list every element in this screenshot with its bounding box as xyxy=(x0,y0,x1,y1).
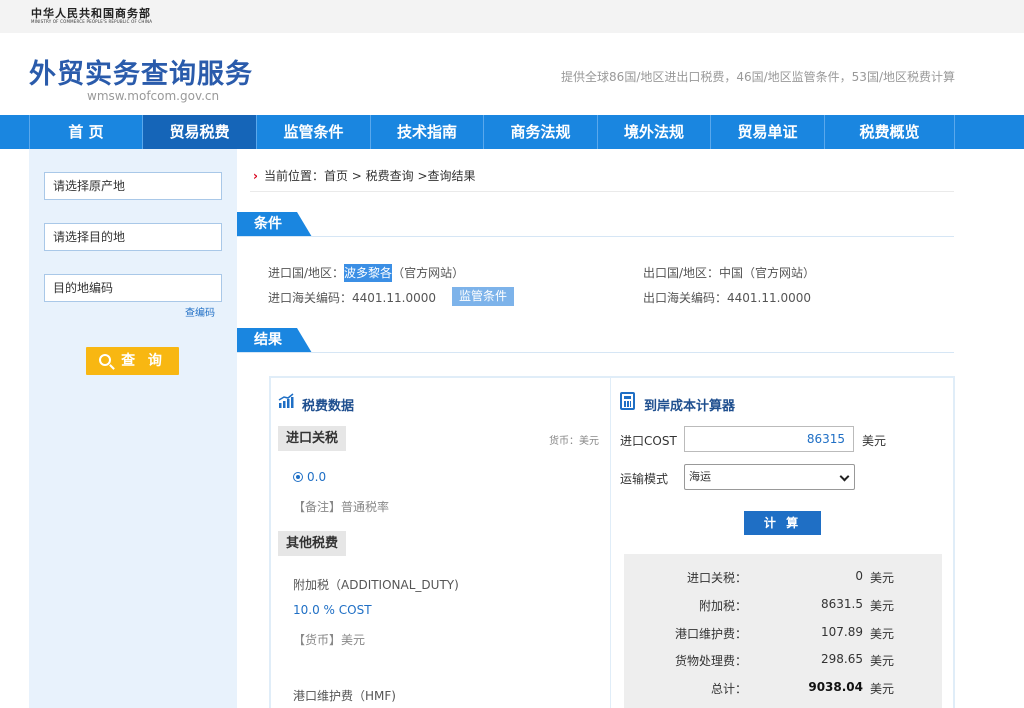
transport-selected: 海运 xyxy=(689,470,711,483)
currency-note: 货币：美元 xyxy=(549,436,599,447)
search-sidebar: 请选择原产地 请选择目的地 目的地编码 查编码 查 询 xyxy=(29,149,237,708)
result-row-unit: 美元 xyxy=(870,654,895,668)
nav-commerce-law[interactable]: 商务法规 xyxy=(484,115,598,149)
result-row-label: 港口维护费： xyxy=(674,627,747,641)
panel-divider xyxy=(610,378,611,708)
result-row-value: 8631.5 xyxy=(821,597,863,611)
import-country-label: 进口国/地区： xyxy=(268,266,345,280)
import-country-row: 进口国/地区：波多黎各（官方网站） xyxy=(268,264,464,282)
breadcrumb: › 当前位置：首页 > 税费查询 >查询结果 xyxy=(253,167,476,184)
nav-foreign-law[interactable]: 境外法规 xyxy=(598,115,711,149)
breadcrumb-text: 当前位置：首页 > 税费查询 >查询结果 xyxy=(263,169,476,183)
divider xyxy=(237,352,954,353)
site-title[interactable]: 外贸实务查询服务 xyxy=(29,52,253,91)
additional-duty-rate: 10.0 % COST xyxy=(293,603,372,617)
cost-unit: 美元 xyxy=(862,434,887,448)
chevron-down-icon xyxy=(839,471,850,482)
import-country-value[interactable]: 波多黎各 xyxy=(344,264,393,282)
import-official-site-link[interactable]: （官方网站） xyxy=(392,266,464,280)
divider xyxy=(250,191,954,192)
destination-select[interactable]: 请选择目的地 xyxy=(44,223,222,251)
export-code: 出口海关编码：4401.11.0000 xyxy=(643,291,811,305)
other-taxes-label: 其他税费 xyxy=(278,531,347,556)
result-row-unit: 美元 xyxy=(870,571,895,585)
site-slogan: 提供全球86国/地区进出口税费，46国/地区监管条件，53国/地区税费计算 xyxy=(561,70,955,84)
nav-trade-docs[interactable]: 贸易单证 xyxy=(711,115,825,149)
query-button[interactable]: 查 询 xyxy=(86,347,179,375)
nav-supervision[interactable]: 监管条件 xyxy=(257,115,371,149)
result-row-value: 298.65 xyxy=(821,652,863,666)
import-code: 进口海关编码：4401.11.0000 xyxy=(268,291,436,305)
duty-rate-option[interactable]: 0.0 xyxy=(293,470,326,484)
import-duty-label: 进口关税 xyxy=(278,426,347,451)
result-row-value: 107.89 xyxy=(821,625,863,639)
calculator-icon xyxy=(620,392,635,410)
divider xyxy=(237,236,954,237)
site-url: wmsw.mofcom.gov.cn xyxy=(87,89,220,103)
conditions-tab: 条件 xyxy=(237,212,312,237)
chevron-right-icon: › xyxy=(253,169,258,183)
export-country-label: 出口国/地区：中国 xyxy=(643,266,744,280)
result-row-unit: 美元 xyxy=(870,599,895,613)
additional-duty-currency: 【货币】美元 xyxy=(293,633,366,647)
nav-home[interactable]: 首 页 xyxy=(29,115,143,149)
nav-tech-guide[interactable]: 技术指南 xyxy=(371,115,484,149)
search-icon xyxy=(99,354,112,366)
dest-code-input[interactable]: 目的地编码 xyxy=(44,274,222,302)
supervision-button[interactable]: 监管条件 xyxy=(452,287,514,306)
tax-data-title: 税费数据 xyxy=(302,399,355,414)
top-bar: 中华人民共和国商务部 MINISTRY OF COMMERCE PEOPLE'S… xyxy=(0,0,1024,33)
calculator-title: 到岸成本计算器 xyxy=(644,399,736,414)
calculate-button[interactable]: 计 算 xyxy=(744,511,821,535)
chart-icon xyxy=(278,393,294,408)
duty-remark: 【备注】普通税率 xyxy=(293,500,390,514)
origin-select[interactable]: 请选择原产地 xyxy=(44,172,222,200)
total-label: 总计： xyxy=(710,682,747,696)
results-tab: 结果 xyxy=(237,328,312,353)
nav-tax-overview[interactable]: 税费概览 xyxy=(825,115,955,149)
main-nav: 首 页 贸易税费 监管条件 技术指南 商务法规 境外法规 贸易单证 税费概览 xyxy=(0,115,1024,149)
transport-label: 运输模式 xyxy=(620,472,669,486)
nav-trade-tax[interactable]: 贸易税费 xyxy=(143,115,257,149)
export-official-site-link[interactable]: （官方网站） xyxy=(743,266,815,280)
additional-duty-name: 附加税（ADDITIONAL_DUTY) xyxy=(293,578,459,592)
total-unit: 美元 xyxy=(870,682,895,696)
export-country-row: 出口国/地区：中国（官方网站） xyxy=(643,264,815,281)
result-row-label: 附加税： xyxy=(698,599,747,613)
duty-rate-value: 0.0 xyxy=(307,470,327,484)
ministry-name-en: MINISTRY OF COMMERCE PEOPLE'S REPUBLIC O… xyxy=(31,19,153,24)
lookup-code-link[interactable]: 查编码 xyxy=(185,304,215,319)
hmf-name: 港口维护费（HMF) xyxy=(293,689,396,703)
result-row-label: 进口关税： xyxy=(686,571,747,585)
radio-selected-icon xyxy=(293,472,303,482)
cost-label: 进口COST xyxy=(620,434,677,448)
result-row-unit: 美元 xyxy=(870,627,895,641)
result-row-value: 0 xyxy=(855,569,863,583)
total-value: 9038.04 xyxy=(808,680,863,694)
query-button-label: 查 询 xyxy=(121,353,166,369)
transport-select[interactable]: 海运 xyxy=(684,464,855,490)
cost-input[interactable]: 86315 xyxy=(684,426,854,452)
result-row-label: 货物处理费： xyxy=(674,654,747,668)
